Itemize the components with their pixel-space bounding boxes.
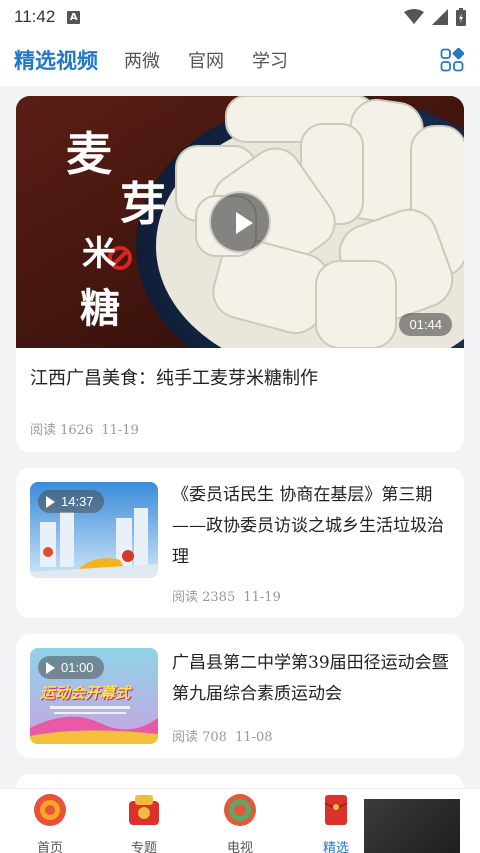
video-list-item[interactable] (16, 774, 464, 788)
publish-date: 11-08 (235, 730, 273, 745)
video-title[interactable]: 广昌县第二中学第39届田径运动会暨第九届综合素质运动会 (172, 648, 456, 710)
gift-bag-icon (129, 795, 159, 825)
tab-study[interactable]: 学习 (252, 47, 288, 73)
wifi-icon (404, 9, 424, 24)
overlay-char-1: 麦 (66, 127, 112, 181)
bottom-tab-home[interactable]: 首页 (10, 793, 90, 853)
featured-video-card[interactable]: 麦 芽 米 糖 01:44 江西广昌美食：纯手工麦芽米糖制作 阅读 1626 1… (16, 96, 464, 452)
thumbnail-caption: 运动会开幕式 (40, 684, 131, 702)
video-meta: 阅读 708 11-08 (172, 726, 273, 745)
notification-icon: A (67, 10, 81, 24)
status-time: 11:42 (14, 7, 56, 26)
overlay-char-4: 糖 (80, 285, 120, 332)
read-count: 阅读 708 (172, 730, 227, 745)
video-title[interactable]: 《委员话民生 协商在基层》第三期——政协委员访谈之城乡生活垃圾治理 (172, 480, 456, 573)
lantern-icon (34, 794, 66, 826)
featured-video-thumbnail[interactable]: 麦 芽 米 糖 01:44 (16, 96, 464, 348)
read-count: 阅读 2385 (172, 590, 236, 605)
publish-date: 11-19 (243, 590, 281, 605)
top-nav: 精选视频 两微 官网 学习 (0, 34, 480, 86)
signal-icon (432, 9, 448, 25)
video-duration-pill: 14:37 (38, 490, 104, 513)
video-duration: 01:00 (61, 660, 94, 675)
apps-grid-icon[interactable] (440, 48, 464, 72)
battery-icon (456, 8, 466, 26)
overlay-char-2: 芽 (120, 177, 166, 231)
play-icon (46, 661, 55, 674)
tab-official-site[interactable]: 官网 (188, 47, 224, 73)
play-icon (46, 495, 55, 508)
status-icons (404, 8, 466, 26)
video-thumbnail[interactable]: 运动会开幕式 01:00 (30, 648, 158, 744)
video-duration-pill: 01:00 (38, 656, 104, 679)
video-feed[interactable]: 麦 芽 米 糖 01:44 江西广昌美食：纯手工麦芽米糖制作 阅读 1626 1… (0, 86, 480, 788)
featured-video-meta: 阅读 1626 11-19 (30, 419, 139, 438)
dark-overlay-block (364, 799, 460, 853)
bottom-tab-label: 专题 (130, 841, 157, 853)
tab-weibo-wechat[interactable]: 两微 (124, 47, 160, 73)
video-list-item[interactable]: 运动会开幕式 01:00 广昌县第二中学第39届田径运动会暨第九届综合素质运动会… (16, 634, 464, 758)
publish-date: 11-19 (101, 423, 139, 438)
tv-icon (224, 794, 256, 826)
bottom-tab-tv[interactable]: 电视 (200, 793, 280, 853)
video-duration: 14:37 (61, 494, 94, 509)
bottom-tab-label: 首页 (36, 841, 63, 853)
bottom-tab-topics[interactable]: 专题 (104, 793, 184, 853)
bottom-tab-label: 电视 (226, 841, 253, 853)
overlay-char-3: 米 (82, 234, 116, 274)
tab-featured-videos[interactable]: 精选视频 (14, 45, 98, 75)
status-bar: 11:42 A (0, 0, 480, 34)
play-button[interactable] (209, 191, 271, 253)
read-count: 阅读 1626 (30, 423, 94, 438)
red-envelope-icon (324, 795, 348, 825)
video-list-item[interactable]: 14:37 《委员话民生 协商在基层》第三期——政协委员访谈之城乡生活垃圾治理 … (16, 468, 464, 618)
video-duration: 01:44 (399, 313, 452, 336)
video-thumbnail[interactable]: 14:37 (30, 482, 158, 578)
featured-video-title[interactable]: 江西广昌美食：纯手工麦芽米糖制作 (30, 364, 318, 390)
bottom-nav: 首页 专题 电视 精选 (0, 788, 480, 853)
video-meta: 阅读 2385 11-19 (172, 586, 281, 605)
